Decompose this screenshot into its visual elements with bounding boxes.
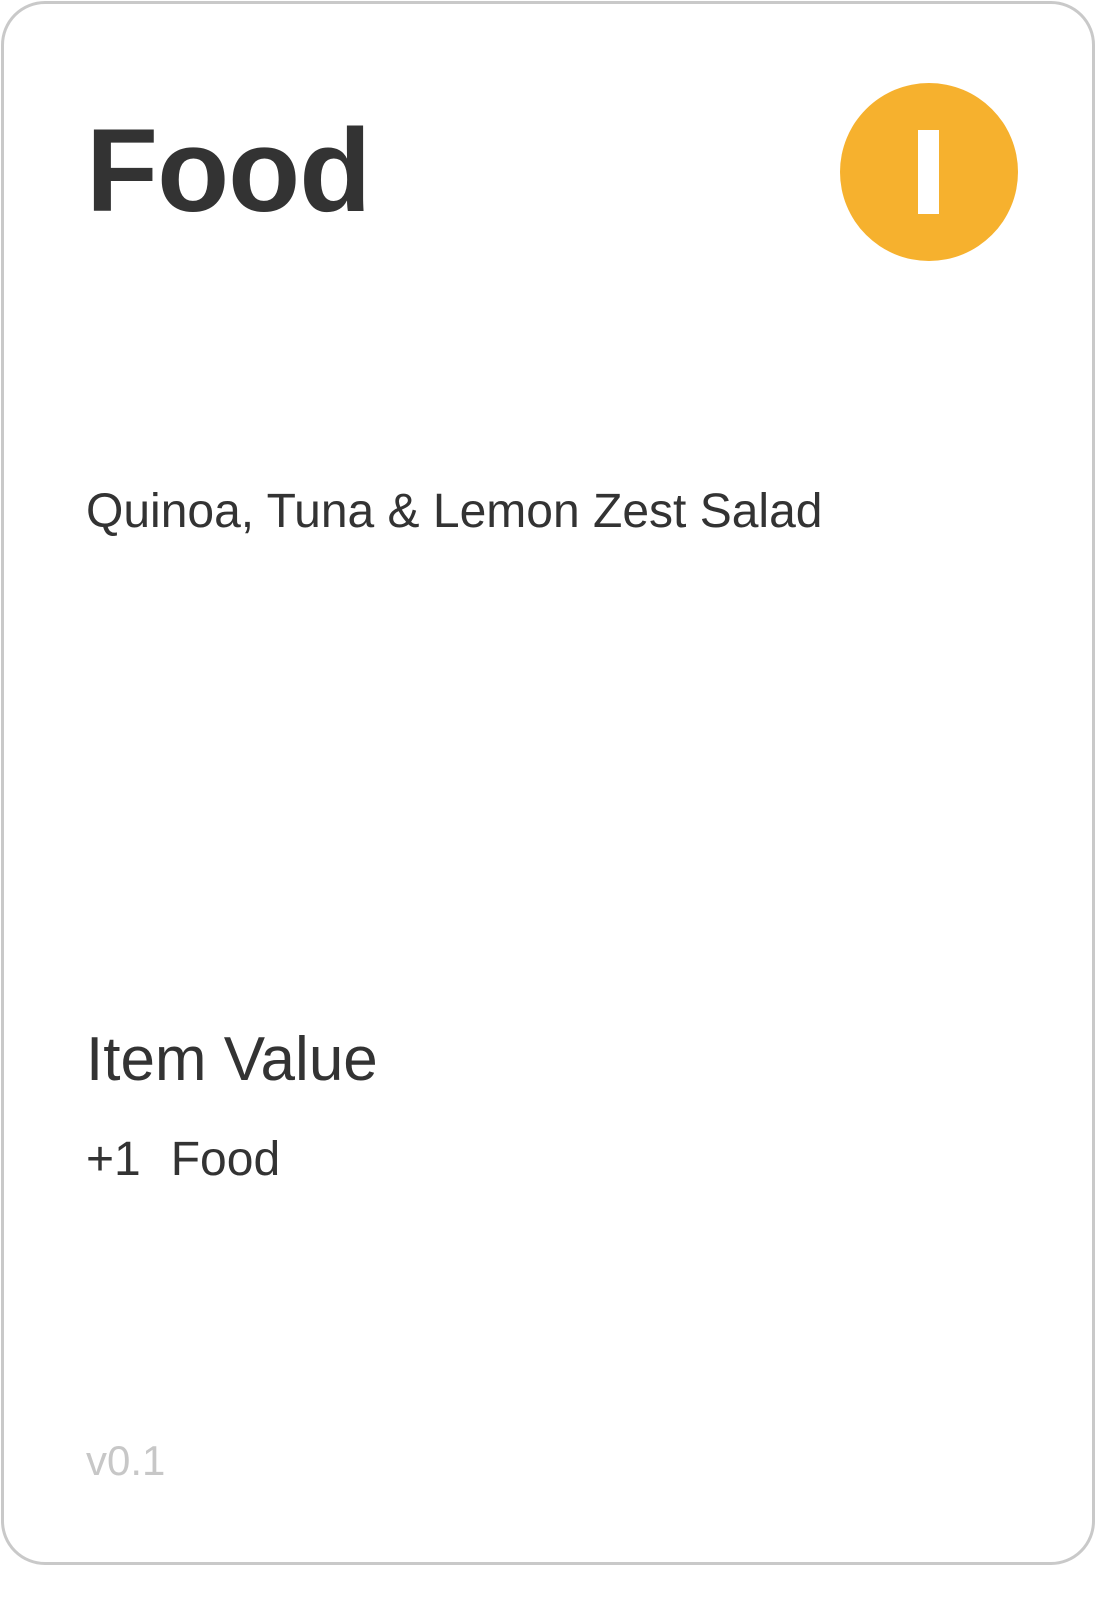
item-value-resource: Food [170, 1133, 281, 1186]
item-name: Quinoa, Tuna & Lemon Zest Salad [86, 485, 823, 538]
item-value-amount: +1 [86, 1133, 141, 1186]
vertical-bar-icon [918, 130, 939, 214]
item-value-row: +1 Food [86, 1133, 281, 1187]
food-card: Food Quinoa, Tuna & Lemon Zest Salad Ite… [1, 1, 1095, 1565]
card-title: Food [86, 105, 371, 237]
version-label: v0.1 [86, 1437, 166, 1484]
item-value-heading: Item Value [86, 1025, 378, 1094]
category-badge [840, 83, 1018, 261]
